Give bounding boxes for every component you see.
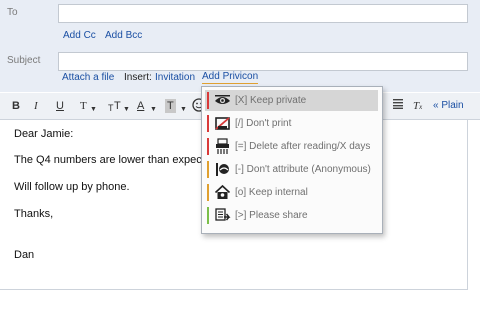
align-justify-icon[interactable] bbox=[393, 99, 403, 109]
bold-button[interactable]: B bbox=[12, 99, 20, 113]
shredder-icon bbox=[216, 138, 229, 154]
body-line-greeting: Dear Jamie: bbox=[14, 128, 74, 140]
red-bar bbox=[207, 115, 209, 132]
privicon-item-label: [X] Keep private bbox=[235, 95, 307, 106]
remove-formatting-icon[interactable]: Tx bbox=[413, 99, 422, 114]
font-button[interactable]: T bbox=[80, 99, 87, 113]
eye-icon bbox=[215, 95, 230, 104]
underline-button[interactable]: U bbox=[56, 99, 64, 113]
subject-field[interactable] bbox=[58, 52, 468, 71]
privicon-item-label: [/] Don't print bbox=[235, 118, 292, 129]
add-privicon-link[interactable]: Add Privicon bbox=[202, 71, 259, 84]
anonymous-icon bbox=[216, 163, 229, 176]
size-dropdown-icon[interactable]: ▼ bbox=[123, 103, 130, 117]
privicon-item-label: [>] Please share bbox=[235, 210, 308, 221]
privicon-item-keep-internal[interactable]: [o] Keep internal bbox=[205, 182, 378, 203]
body-line-content: The Q4 numbers are lower than expected. bbox=[14, 154, 221, 166]
to-field[interactable] bbox=[58, 4, 468, 23]
share-icon bbox=[215, 208, 231, 221]
orange-bar bbox=[207, 161, 209, 178]
text-color-dropdown-icon[interactable]: ▼ bbox=[150, 103, 157, 117]
privicon-item-please-share[interactable]: [>] Please share bbox=[205, 205, 378, 226]
size-small-icon[interactable]: T bbox=[108, 101, 114, 115]
body-line-closing: Thanks, bbox=[14, 208, 54, 220]
size-button[interactable]: T bbox=[114, 99, 121, 113]
text-color-button[interactable]: A bbox=[137, 99, 144, 113]
italic-button[interactable]: I bbox=[34, 99, 38, 113]
add-bcc-link[interactable]: Add Bcc bbox=[105, 30, 142, 41]
invitation-link[interactable]: Invitation bbox=[155, 72, 195, 83]
highlight-dropdown-icon[interactable]: ▼ bbox=[180, 103, 187, 117]
red-bar bbox=[207, 92, 209, 109]
green-bar bbox=[207, 207, 209, 224]
orange-bar bbox=[207, 184, 209, 201]
privicon-menu: [X] Keep private [/] Don't print [=] Del… bbox=[201, 86, 383, 234]
body-line-followup: Will follow up by phone. bbox=[14, 181, 130, 193]
subject-label: Subject bbox=[7, 55, 41, 66]
privicon-item-delete-after-reading[interactable]: [=] Delete after reading/X days bbox=[205, 136, 378, 157]
privicon-item-keep-private[interactable]: [X] Keep private bbox=[205, 90, 378, 111]
red-bar bbox=[207, 138, 209, 155]
privicon-item-label: [-] Don't attribute (Anonymous) bbox=[235, 164, 371, 175]
attach-file-link[interactable]: Attach a file bbox=[62, 72, 114, 83]
plain-text-link[interactable]: « Plain bbox=[433, 100, 464, 111]
compose-header: To Add Cc Add Bcc Subject Attach a file … bbox=[0, 0, 480, 92]
font-dropdown-icon[interactable]: ▼ bbox=[90, 103, 97, 117]
privicon-item-label: [=] Delete after reading/X days bbox=[235, 141, 371, 152]
body-line-signature: Dan bbox=[14, 249, 35, 261]
no-print-icon bbox=[215, 117, 230, 130]
privicon-item-dont-print[interactable]: [/] Don't print bbox=[205, 113, 378, 134]
privicon-item-dont-attribute[interactable]: [-] Don't attribute (Anonymous) bbox=[205, 159, 378, 180]
add-cc-link[interactable]: Add Cc bbox=[63, 30, 96, 41]
highlight-button[interactable]: T bbox=[165, 99, 176, 113]
house-icon bbox=[214, 184, 231, 199]
privicon-item-label: [o] Keep internal bbox=[235, 187, 308, 198]
insert-label: Insert: bbox=[124, 72, 152, 83]
to-label: To bbox=[7, 7, 18, 18]
